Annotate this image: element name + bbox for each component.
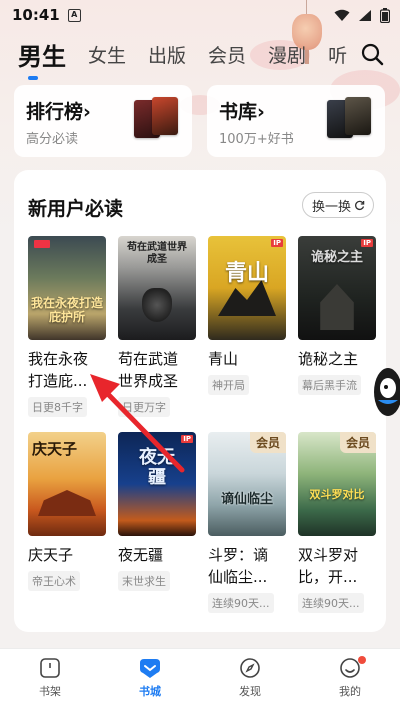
book-tag: 幕后黑手流 bbox=[298, 375, 361, 395]
book-cover: 苟在武道世界成圣 bbox=[118, 236, 196, 340]
arrow-annotation-icon bbox=[90, 374, 185, 473]
tab-publishing[interactable]: 出版 bbox=[148, 41, 186, 68]
cover-title: 谪仙临尘 bbox=[220, 492, 273, 507]
signal-icon bbox=[359, 9, 371, 21]
notification-dot bbox=[358, 656, 366, 664]
book-card[interactable]: IP 青山 青山 神开局 bbox=[208, 236, 286, 395]
cover-title: 庆天子 bbox=[32, 440, 78, 458]
book-tag: 日更8千字 bbox=[28, 397, 87, 417]
tab-male[interactable]: 男生 bbox=[18, 37, 66, 80]
status-time: 10:41 bbox=[12, 6, 60, 24]
vip-badge: 会员 bbox=[339, 432, 376, 453]
book-tag: 连续90天... bbox=[208, 593, 274, 613]
library-card[interactable]: 书库› 100万+好书 bbox=[207, 85, 385, 157]
search-icon[interactable] bbox=[360, 42, 384, 66]
tab-listen[interactable]: 听 bbox=[328, 41, 347, 68]
book-title: 青山 bbox=[208, 350, 239, 368]
mascot-float-icon[interactable] bbox=[368, 362, 400, 422]
new-user-section: 新用户必读 换一换 我在永夜打造庇护所 我在永夜 打造庇... 日更8千字 苟在武… bbox=[14, 170, 386, 632]
nav-profile[interactable]: 我的 bbox=[300, 649, 400, 710]
book-card[interactable]: 会员 谪仙临尘 斗罗：谪 仙临尘... 连续90天... bbox=[208, 432, 286, 613]
compass-icon bbox=[240, 658, 260, 678]
nav-label: 我的 bbox=[339, 685, 361, 698]
wifi-icon bbox=[334, 9, 350, 21]
refresh-button[interactable]: 换一换 bbox=[301, 192, 374, 218]
book-tag: 连续90天... bbox=[298, 593, 364, 613]
book-cover: IP 诡秘之主 bbox=[298, 236, 376, 340]
book-cover: 会员 谪仙临尘 bbox=[208, 432, 286, 536]
book-title: 诡秘之主 bbox=[298, 350, 359, 368]
book-tag: 神开局 bbox=[208, 375, 249, 395]
ranking-cover-thumb bbox=[152, 97, 178, 135]
book-cover: 我在永夜打造庇护所 bbox=[28, 236, 106, 340]
nav-bookstore[interactable]: 书城 bbox=[100, 649, 200, 710]
nav-label: 发现 bbox=[239, 685, 261, 698]
book-title: 双斗罗对 比，开... bbox=[298, 546, 359, 586]
cover-title: 我在永夜打造庇护所 bbox=[30, 296, 103, 324]
book-card[interactable]: IP 诡秘之主 诡秘之主 幕后黑手流 bbox=[298, 236, 376, 395]
book-tag: 帝王心术 bbox=[28, 571, 80, 591]
battery-icon bbox=[380, 7, 390, 23]
book-cover: 会员 双斗罗对比 bbox=[298, 432, 376, 536]
ranking-card[interactable]: 排行榜› 高分必读 bbox=[14, 85, 192, 157]
book-title: 斗罗：谪 仙临尘... bbox=[208, 546, 269, 586]
tab-female[interactable]: 女生 bbox=[88, 41, 126, 68]
cover-title: 诡秘之主 bbox=[310, 250, 363, 265]
nav-label: 书架 bbox=[39, 685, 61, 698]
section-title: 新用户必读 bbox=[28, 198, 124, 220]
cover-title: 苟在武道世界成圣 bbox=[127, 242, 187, 265]
cover-title: 双斗罗对比 bbox=[309, 488, 365, 501]
cover-title: 青山 bbox=[224, 261, 269, 286]
book-card[interactable]: 会员 双斗罗对比 双斗罗对 比，开... 连续90天... bbox=[298, 432, 376, 613]
channel-tabs: 男生 女生 出版 会员 漫剧 听 bbox=[0, 36, 400, 80]
nav-bookshelf[interactable]: 书架 bbox=[0, 649, 100, 710]
chevron-right-icon: › bbox=[257, 101, 265, 123]
nav-discover[interactable]: 发现 bbox=[200, 649, 300, 710]
nav-label: 书城 bbox=[139, 685, 161, 698]
bookshelf-icon bbox=[40, 658, 60, 678]
book-title: 夜无疆 bbox=[118, 546, 164, 564]
ranking-title: 排行榜 bbox=[26, 101, 84, 123]
refresh-label: 换一换 bbox=[311, 199, 351, 215]
status-bar: 10:41 A bbox=[0, 0, 400, 30]
tab-comic-drama[interactable]: 漫剧 bbox=[268, 41, 306, 68]
vip-badge: 会员 bbox=[249, 432, 286, 453]
library-cover-thumb bbox=[345, 97, 371, 135]
library-title: 书库 bbox=[219, 101, 258, 123]
bottom-navigation: 书架 书城 发现 我的 bbox=[0, 648, 400, 710]
app-notification-icon: A bbox=[67, 8, 81, 22]
refresh-icon bbox=[355, 200, 365, 210]
tab-membership[interactable]: 会员 bbox=[208, 41, 246, 68]
bookstore-icon bbox=[140, 659, 160, 678]
chevron-right-icon: › bbox=[83, 101, 91, 123]
book-tag: 末世求生 bbox=[118, 571, 170, 591]
book-cover: IP 青山 bbox=[208, 236, 286, 340]
book-title: 庆天子 bbox=[28, 546, 74, 564]
